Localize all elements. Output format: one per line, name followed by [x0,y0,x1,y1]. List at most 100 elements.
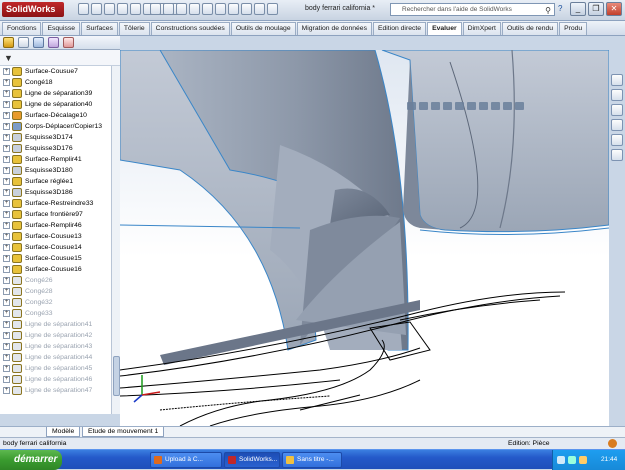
view-settings-icon[interactable] [254,3,265,15]
tree-item[interactable]: + Surface-Cousue14 [0,242,119,253]
restore-button[interactable]: ❐ [588,2,604,16]
expand-icon[interactable]: + [3,156,10,163]
display-manager-icon[interactable] [63,37,74,48]
expand-icon[interactable]: + [3,387,10,394]
open-document-icon[interactable] [91,3,102,15]
close-button[interactable]: ✕ [606,2,622,16]
configurationmanager-icon[interactable] [33,37,44,48]
expand-icon[interactable]: + [3,310,10,317]
zoom-to-fit-icon[interactable] [407,102,416,110]
tab-motion-study[interactable]: Etude de mouvement 1 [82,427,165,437]
tab-surfaces[interactable]: Surfaces [81,22,118,35]
tree-item[interactable]: + Esquisse3D180 [0,165,119,176]
start-button[interactable]: démarrer [0,450,62,470]
tab-constructions-soudees[interactable]: Constructions soudées [150,22,230,35]
tree-item[interactable]: + Corps-Déplacer/Copier13 [0,121,119,132]
expand-icon[interactable]: + [3,189,10,196]
tree-item[interactable]: + Surface réglée1 [0,176,119,187]
expand-icon[interactable]: + [3,332,10,339]
tree-item[interactable]: + Ligne de séparation45 [0,363,119,374]
featuremanager-tree-icon[interactable] [3,37,14,48]
zoom-to-area-icon[interactable] [419,102,428,110]
expand-icon[interactable]: + [3,200,10,207]
tree-item[interactable]: + Congé32 [0,297,119,308]
tree-item[interactable]: + Surface-Remplir46 [0,220,119,231]
tree-item[interactable]: + Ligne de séparation47 [0,385,119,396]
question-icon[interactable]: ? [558,4,562,13]
expand-icon[interactable]: + [3,354,10,361]
apply-scene-icon[interactable] [503,102,512,110]
tab-outils-de-rendu[interactable]: Outils de rendu [501,22,559,35]
funnel-icon[interactable]: ▼ [4,53,13,63]
tree-item[interactable]: + Congé26 [0,275,119,286]
expand-icon[interactable]: + [3,365,10,372]
tab-model[interactable]: Modèle [46,427,81,437]
expand-icon[interactable]: + [3,167,10,174]
tree-item[interactable]: + Surface-Décalage10 [0,110,119,121]
tree-item[interactable]: + Surface-Cousue15 [0,253,119,264]
expand-icon[interactable]: + [3,288,10,295]
help-search-input[interactable]: Rechercher dans l'aide de SolidWorks ⚲ [390,3,555,16]
expand-icon[interactable]: + [3,145,10,152]
tree-item[interactable]: + Ligne de séparation46 [0,374,119,385]
task-paint[interactable]: Sans titre -... [282,452,342,468]
tree-item[interactable]: + Congé28 [0,286,119,297]
task-solidworks[interactable]: SolidWorks... [224,452,280,468]
expand-icon[interactable]: + [3,211,10,218]
section-view-hud-icon[interactable] [443,102,452,110]
hide-show-icon[interactable] [215,3,226,15]
home-icon[interactable] [611,74,623,86]
section-view-icon[interactable] [176,3,187,15]
view-palette-icon[interactable] [611,119,623,131]
tab-migration-de-donnees[interactable]: Migration de données [296,22,372,35]
undo-icon[interactable] [130,3,141,15]
tree-item[interactable]: + Ligne de séparation39 [0,88,119,99]
expand-icon[interactable]: + [3,321,10,328]
expand-icon[interactable]: + [3,79,10,86]
tree-scrollbar[interactable] [111,66,120,414]
tree-item[interactable]: + Ligne de séparation42 [0,330,119,341]
tab-produ[interactable]: Produ [559,22,588,35]
tab-outils-de-moulage[interactable]: Outils de moulage [230,22,296,35]
tree-item[interactable]: + Surface-Cousue16 [0,264,119,275]
design-library-icon[interactable] [611,89,623,101]
tab-dimxpert[interactable]: DimXpert [462,22,501,35]
dimxpert-manager-icon[interactable] [48,37,59,48]
print-icon[interactable] [117,3,128,15]
zoom-area-icon[interactable] [163,3,174,15]
expand-icon[interactable]: + [3,178,10,185]
tree-item[interactable]: + Surface-Cousue13 [0,231,119,242]
view-orientation-icon[interactable] [189,3,200,15]
expand-icon[interactable]: + [3,123,10,130]
file-explorer-icon[interactable] [611,104,623,116]
volume-icon[interactable] [557,456,565,464]
expand-icon[interactable]: + [3,266,10,273]
tree-scrollbar-thumb[interactable] [113,356,120,396]
display-style-icon[interactable] [202,3,213,15]
new-document-icon[interactable] [78,3,89,15]
view-orientation-hud-icon[interactable] [455,102,464,110]
appearances-icon[interactable] [611,134,623,146]
tree-item[interactable]: + Surface-Remplir41 [0,154,119,165]
tree-item[interactable]: + Ligne de séparation44 [0,352,119,363]
previous-view-icon[interactable] [431,102,440,110]
display-style-hud-icon[interactable] [467,102,476,110]
tab-edition-directe[interactable]: Edition directe [372,22,427,35]
expand-icon[interactable]: + [3,101,10,108]
expand-icon[interactable]: + [3,255,10,262]
edit-appearance-icon[interactable] [491,102,500,110]
appearance-icon[interactable] [228,3,239,15]
tab-fonctions[interactable]: Fonctions [2,22,42,35]
security-icon[interactable] [579,456,587,464]
tree-item[interactable]: + Surface frontière97 [0,209,119,220]
graphics-area[interactable] [120,50,609,426]
tree-item[interactable]: + Congé33 [0,308,119,319]
custom-properties-icon[interactable] [611,149,623,161]
tree-item[interactable]: + Esquisse3D186 [0,187,119,198]
expand-icon[interactable]: + [3,134,10,141]
tab-tolerie[interactable]: Tôlerie [118,22,150,35]
tree-item[interactable]: + Esquisse3D174 [0,132,119,143]
expand-icon[interactable]: + [3,244,10,251]
zoom-fit-icon[interactable] [150,3,161,15]
tree-item[interactable]: + Ligne de séparation40 [0,99,119,110]
